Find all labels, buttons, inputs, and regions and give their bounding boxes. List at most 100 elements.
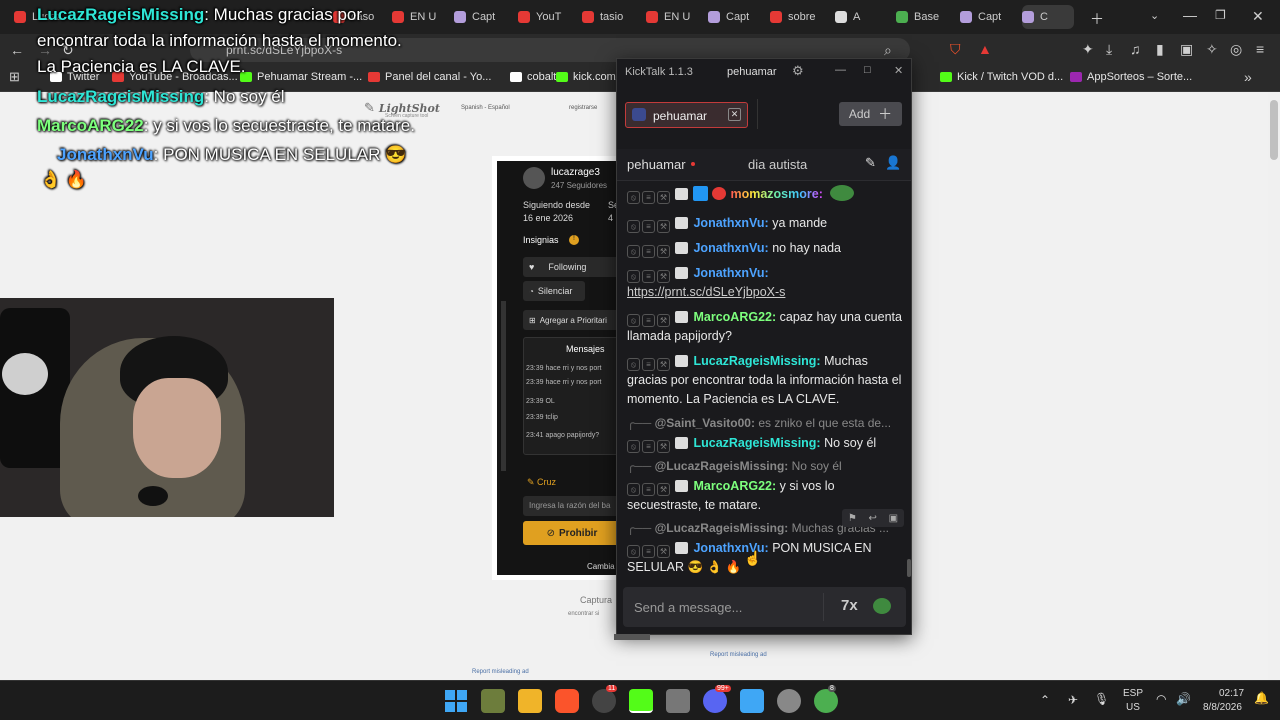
language-select[interactable]: Spanish - Español: [461, 105, 510, 111]
volume-icon[interactable]: 🔊: [1176, 692, 1191, 706]
browser-tab[interactable]: Capt: [960, 5, 1012, 29]
settings-gear-icon[interactable]: ⚙: [792, 63, 804, 79]
tray-app-icon[interactable]: ✈: [1068, 693, 1078, 707]
register-link[interactable]: registrarse: [569, 105, 597, 111]
browser-tab[interactable]: YouT: [518, 5, 574, 29]
ban-user-icon[interactable]: ⚒: [657, 245, 670, 258]
browser-tab[interactable]: A: [835, 5, 887, 29]
ban-button[interactable]: ⊘ Prohibir: [523, 521, 621, 545]
chat-username[interactable]: LucazRageisMissing:: [693, 436, 820, 450]
bookmark-item[interactable]: Panel del canal - Yo...: [368, 71, 491, 83]
copy-icon[interactable]: ▣: [889, 513, 898, 524]
kick-app-icon[interactable]: [629, 689, 653, 713]
delete-icon[interactable]: ≡: [642, 483, 655, 496]
message-input-box[interactable]: Send a message... 7x: [623, 587, 906, 627]
delete-icon[interactable]: ≡: [642, 440, 655, 453]
timeout-icon[interactable]: ⦸: [627, 314, 640, 327]
add-priority-button[interactable]: ⊞ Agregar a Prioritari: [523, 310, 621, 330]
pin-message-icon[interactable]: ⚑: [848, 513, 857, 524]
chat-username[interactable]: JonathxnVu:: [693, 241, 768, 255]
chat-username[interactable]: JonathxnVu:: [693, 216, 768, 230]
clock-time[interactable]: 02:17: [1219, 688, 1244, 699]
channel-tab-pehuamar[interactable]: pehuamar ✕: [625, 102, 748, 128]
start-button[interactable]: [444, 689, 468, 713]
delete-icon[interactable]: ≡: [642, 545, 655, 558]
timeout-icon[interactable]: ⦸: [627, 191, 640, 204]
report-ad-left[interactable]: Report misleading ad: [472, 669, 529, 675]
timeout-icon[interactable]: ⦸: [627, 440, 640, 453]
chat-username[interactable]: LucazRageisMissing:: [693, 354, 820, 368]
ban-user-icon[interactable]: ⚒: [657, 440, 670, 453]
timeout-icon[interactable]: ⦸: [627, 245, 640, 258]
ban-user-icon[interactable]: ⚒: [657, 483, 670, 496]
users-icon[interactable]: 👤: [885, 155, 901, 171]
bookmark-item[interactable]: Pehuamar Stream -...: [240, 71, 362, 83]
app-icon-1[interactable]: [481, 689, 505, 713]
ban-user-icon[interactable]: ⚒: [657, 545, 670, 558]
delete-icon[interactable]: ≡: [642, 358, 655, 371]
ban-user-icon[interactable]: ⚒: [657, 191, 670, 204]
chat-username[interactable]: JonathxnVu:: [693, 266, 768, 280]
chat-username[interactable]: MarcoARG22:: [693, 479, 776, 493]
new-tab-icon[interactable]: ＋: [1090, 9, 1104, 29]
maximize-icon[interactable]: ❐: [1215, 8, 1226, 22]
vpn-icon[interactable]: ◎: [1230, 41, 1242, 58]
kick-emote-icon[interactable]: 7x: [841, 597, 858, 614]
mute-button[interactable]: ◔ Silenciar: [523, 281, 585, 301]
reply-reference[interactable]: ╭── @LucazRageisMissing: No soy él: [627, 459, 902, 473]
delete-icon[interactable]: ≡: [642, 220, 655, 233]
page-scrollbar-thumb[interactable]: [1270, 100, 1278, 160]
pin-icon[interactable]: ✎: [865, 155, 876, 171]
report-ad-right[interactable]: Report misleading ad: [710, 652, 767, 658]
chat-username[interactable]: MarcoARG22:: [693, 310, 776, 324]
timeout-icon[interactable]: ⦸: [627, 483, 640, 496]
timeout-icon[interactable]: ⦸: [627, 545, 640, 558]
close-tab-icon[interactable]: ✕: [728, 108, 741, 121]
delete-icon[interactable]: ≡: [642, 270, 655, 283]
messages-tab[interactable]: Mensajes: [566, 344, 605, 354]
notepad-icon[interactable]: [740, 689, 764, 713]
clock-date[interactable]: 8/8/2026: [1203, 702, 1242, 713]
tab-search-icon[interactable]: ⌄: [1150, 9, 1159, 22]
file-explorer-icon[interactable]: [518, 689, 542, 713]
chat-username[interactable]: momazosmore:: [730, 187, 822, 201]
browser-tab[interactable]: sobre: [770, 5, 828, 29]
apps-grid-icon[interactable]: ⊞: [9, 69, 20, 85]
timeout-icon[interactable]: ⦸: [627, 358, 640, 371]
extensions-icon[interactable]: ✦: [1082, 41, 1094, 58]
tray-chevron-icon[interactable]: ⌃: [1040, 693, 1050, 707]
timeout-icon[interactable]: ⦸: [627, 270, 640, 283]
app-icon-obs[interactable]: [592, 689, 616, 713]
downloads-icon[interactable]: ⤓: [1106, 41, 1112, 58]
wifi-icon[interactable]: ◠: [1156, 692, 1166, 706]
brave-shield-icon[interactable]: ⛉: [950, 41, 961, 58]
minimize-icon[interactable]: —: [1183, 7, 1197, 23]
chrome-icon[interactable]: [814, 689, 838, 713]
page-scrollbar[interactable]: [1268, 92, 1280, 680]
zoom-icon[interactable]: ⌕: [884, 42, 892, 59]
chat-text[interactable]: https://prnt.sc/dSLeYjbpoX-s: [627, 283, 902, 302]
kt-maximize-icon[interactable]: □: [864, 64, 871, 76]
browser-tab[interactable]: Base: [896, 5, 952, 29]
delete-icon[interactable]: ≡: [642, 191, 655, 204]
menu-icon[interactable]: ≡: [1256, 41, 1264, 57]
message-input[interactable]: Send a message...: [634, 600, 742, 615]
microphone-icon[interactable]: 🎙: [1094, 692, 1109, 706]
browser-tab[interactable]: C: [1022, 5, 1074, 29]
reply-icon[interactable]: ↩: [869, 513, 877, 524]
settings-icon[interactable]: [777, 689, 801, 713]
reply-reference[interactable]: ╭── @Saint_Vasito00: es zniko el que est…: [627, 416, 902, 430]
kt-close-icon[interactable]: ✕: [894, 64, 903, 77]
lang-esp[interactable]: ESP: [1123, 688, 1143, 699]
back-icon[interactable]: ←: [10, 42, 24, 58]
discord-icon[interactable]: [703, 689, 727, 713]
ban-reason-input[interactable]: Ingresa la razón del ba: [523, 496, 621, 516]
rewards-icon[interactable]: ▲: [978, 41, 992, 57]
bookmark-item[interactable]: AppSorteos – Sorte...: [1070, 71, 1192, 83]
timeout-icon[interactable]: ⦸: [627, 220, 640, 233]
ban-user-icon[interactable]: ⚒: [657, 358, 670, 371]
media-icon[interactable]: ♫: [1130, 41, 1141, 57]
add-channel-button[interactable]: Add ＋: [839, 102, 902, 126]
delete-icon[interactable]: ≡: [642, 314, 655, 327]
browser-tab[interactable]: EN U: [392, 5, 446, 29]
